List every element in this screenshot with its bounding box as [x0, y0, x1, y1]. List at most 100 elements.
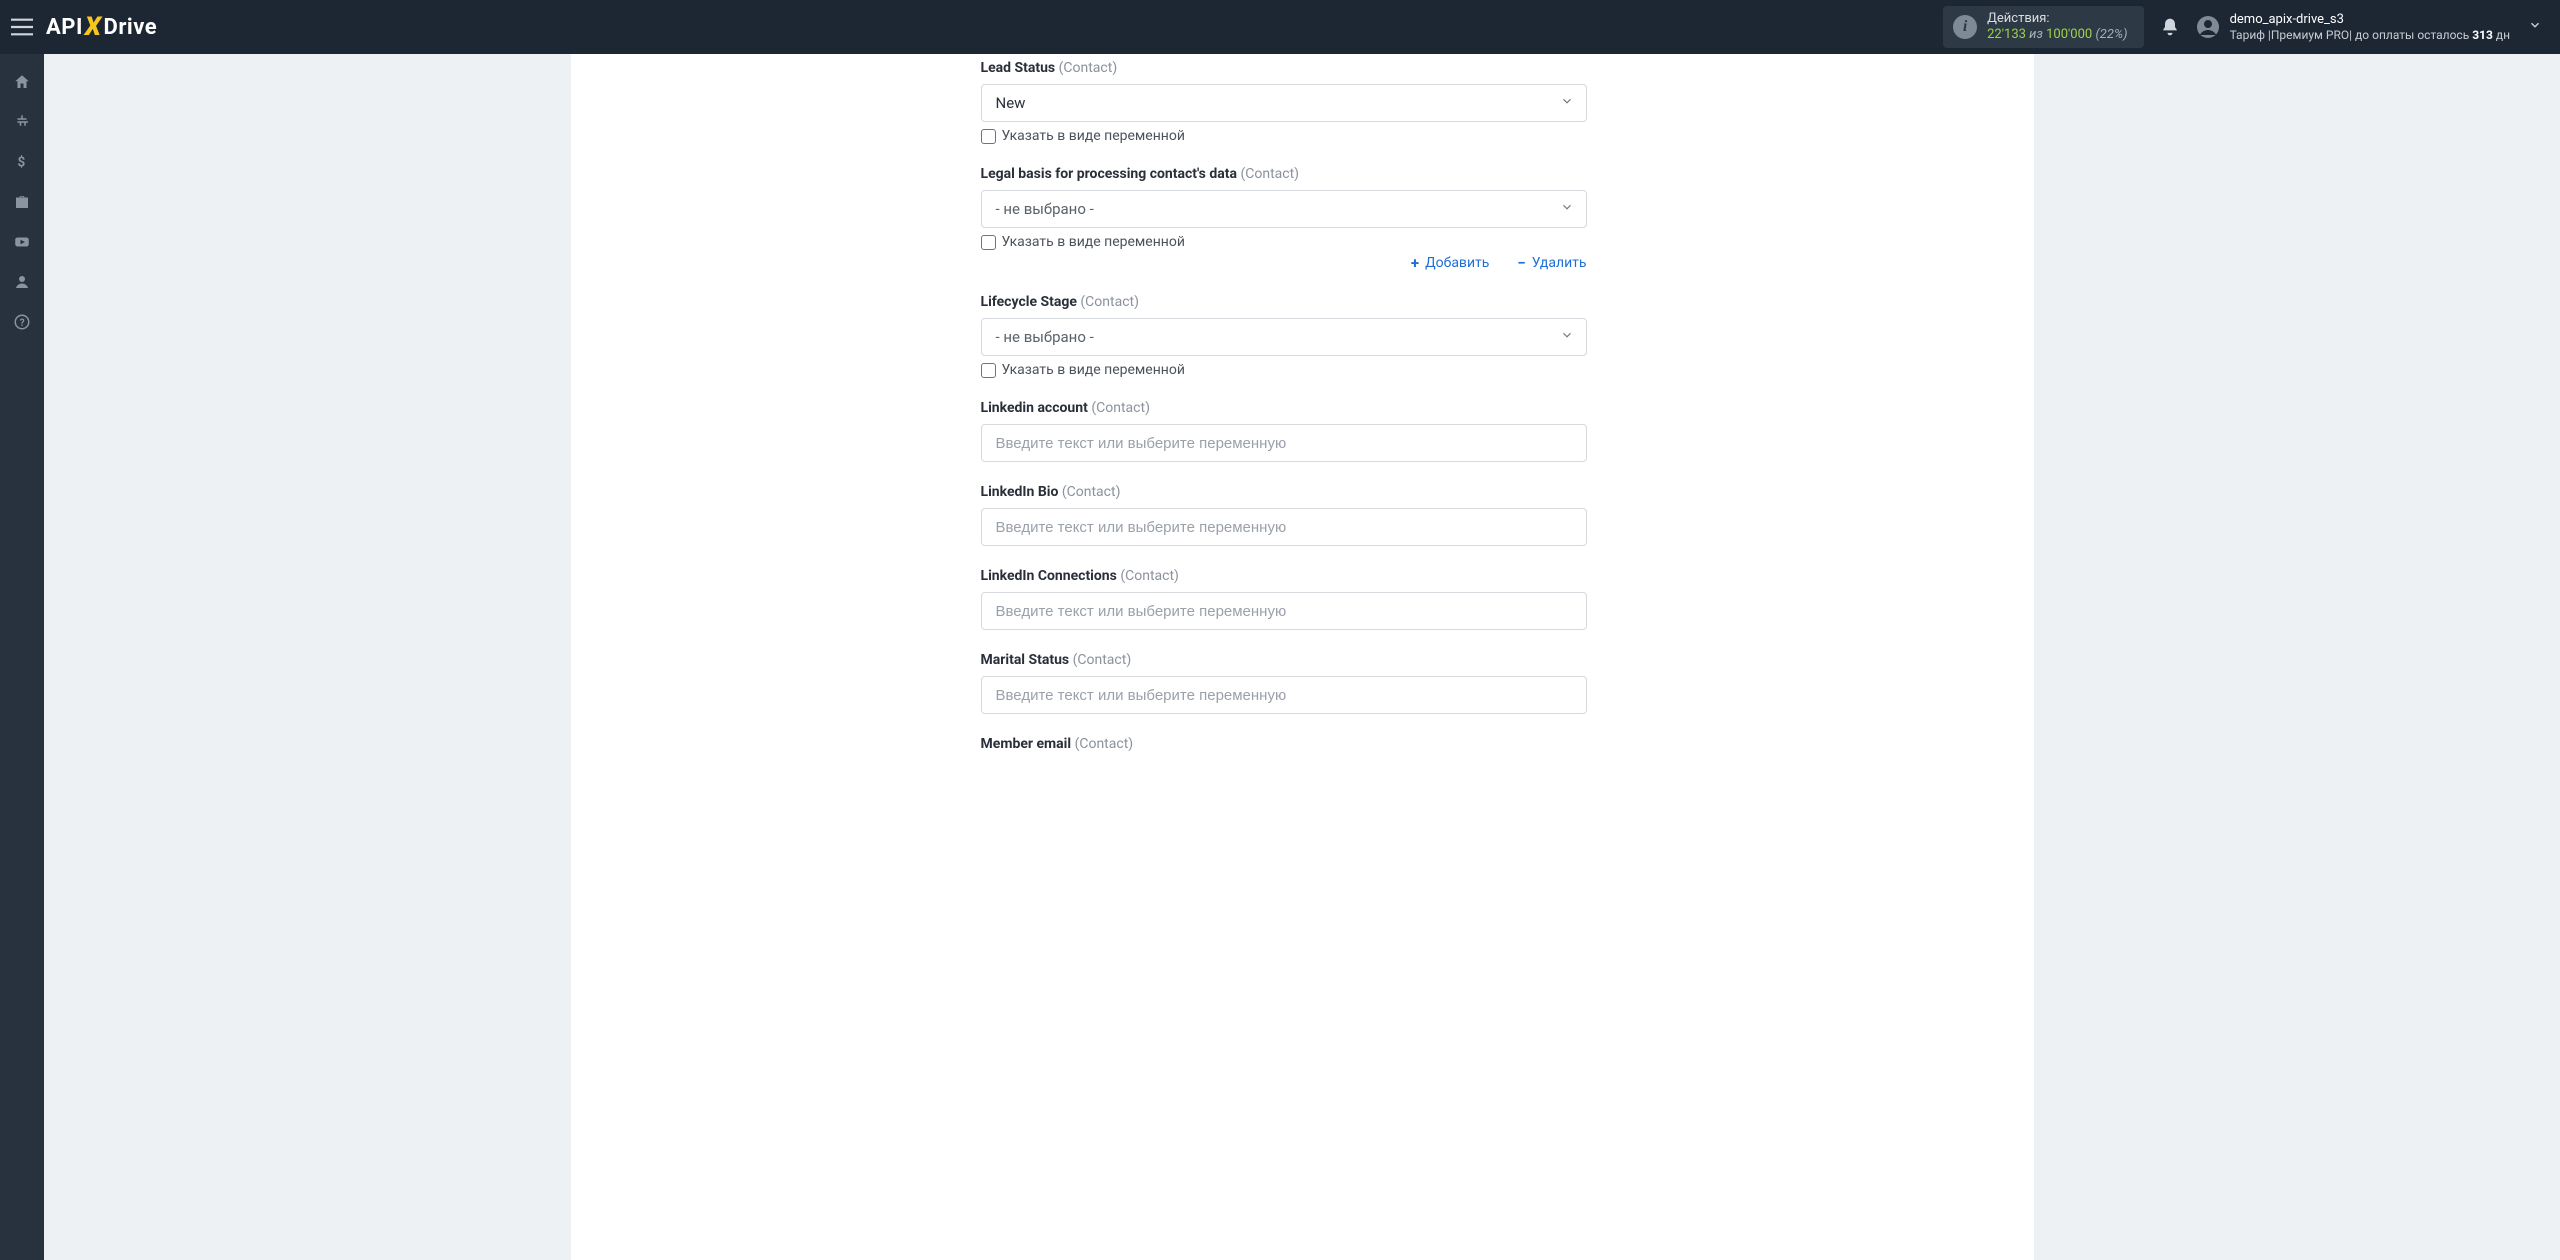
label-text: Lifecycle Stage [981, 294, 1077, 310]
question-icon: ? [13, 313, 31, 331]
sidebar-briefcase[interactable] [0, 182, 44, 222]
label-sub: (Contact) [1059, 60, 1118, 76]
minus-icon: − [1517, 254, 1525, 272]
label-sub: (Contact) [1091, 400, 1150, 416]
label-sub: (Contact) [1062, 484, 1121, 500]
marital-status-input[interactable] [981, 676, 1587, 714]
field-lead-status: Lead Status (Contact) New Указать в виде… [981, 60, 1587, 144]
legal-basis-select[interactable]: - не выбрано - [981, 190, 1587, 228]
checkbox-label: Указать в виде переменной [1002, 362, 1185, 378]
select-value: New [996, 94, 1026, 112]
actions-current: 22'133 [1987, 27, 2026, 42]
actions-label: Действия: [1987, 11, 2127, 27]
user-icon [13, 273, 31, 291]
actions-counter[interactable]: i Действия: 22'133 из 100'000 (22%) [1943, 6, 2143, 49]
label-sub: (Contact) [1240, 166, 1299, 182]
logo[interactable]: APIXDrive [46, 12, 157, 42]
linkedin-connections-input[interactable] [981, 592, 1587, 630]
field-linkedin-connections: LinkedIn Connections (Contact) [981, 568, 1587, 630]
logo-part-drive: Drive [104, 15, 158, 40]
logo-part-x: X [85, 12, 102, 42]
sidebar-home[interactable] [0, 62, 44, 102]
field-label: Marital Status (Contact) [981, 652, 1587, 668]
variable-checkbox-row: Указать в виде переменной [981, 234, 1587, 250]
user-text: demo_apix-drive_s3 Тариф |Премиум PRO| д… [2230, 12, 2510, 42]
briefcase-icon [13, 193, 31, 211]
sidebar-account[interactable] [0, 262, 44, 302]
sidebar-billing[interactable]: $ [0, 142, 44, 182]
info-icon: i [1953, 15, 1977, 39]
label-sub: (Contact) [1075, 736, 1134, 752]
field-label: LinkedIn Connections (Contact) [981, 568, 1587, 584]
sidebar-connections[interactable] [0, 102, 44, 142]
home-icon [13, 73, 31, 91]
label-text: Lead Status [981, 60, 1056, 76]
main: Lead Status (Contact) New Указать в виде… [44, 54, 2560, 1260]
variable-checkbox-row: Указать в виде переменной [981, 128, 1587, 144]
topbar: APIXDrive i Действия: 22'133 из 100'000 … [0, 0, 2560, 54]
label-sub: (Contact) [1080, 294, 1139, 310]
lead-status-select[interactable]: New [981, 84, 1587, 122]
field-label: Linkedin account (Contact) [981, 400, 1587, 416]
field-member-email: Member email (Contact) [981, 736, 1587, 752]
checkbox-label: Указать в виде переменной [1002, 128, 1185, 144]
tariff-line: Тариф |Премиум PRO| до оплаты осталось 3… [2230, 28, 2510, 42]
label-text: Linkedin account [981, 400, 1088, 416]
form-card: Lead Status (Contact) New Указать в виде… [571, 54, 2034, 1260]
sidebar-video[interactable] [0, 222, 44, 262]
tariff-days-suffix: дн [2493, 28, 2510, 42]
linkedin-account-input[interactable] [981, 424, 1587, 462]
logo-part-api: API [46, 15, 83, 40]
notifications-button[interactable] [2158, 15, 2182, 39]
variable-checkbox[interactable] [981, 129, 996, 144]
field-label: LinkedIn Bio (Contact) [981, 484, 1587, 500]
add-button[interactable]: + Добавить [1411, 254, 1489, 272]
delete-button[interactable]: − Удалить [1517, 254, 1586, 272]
field-linkedin-account: Linkedin account (Contact) [981, 400, 1587, 462]
label-sub: (Contact) [1120, 568, 1179, 584]
select-value: - не выбрано - [996, 200, 1094, 218]
lifecycle-select[interactable]: - не выбрано - [981, 318, 1587, 356]
tariff-mid: | до оплаты осталось [2349, 28, 2472, 42]
actions-total: 100'000 [2046, 27, 2092, 42]
field-label: Lifecycle Stage (Contact) [981, 294, 1587, 310]
label-text: LinkedIn Connections [981, 568, 1117, 584]
delete-label: Удалить [1532, 255, 1587, 271]
add-label: Добавить [1425, 255, 1489, 271]
tariff-name: Премиум PRO [2271, 28, 2349, 42]
chevron-down-icon [1560, 328, 1574, 346]
svg-text:?: ? [20, 318, 25, 329]
topbar-right: i Действия: 22'133 из 100'000 (22%) demo… [1943, 6, 2560, 49]
plus-icon: + [1411, 254, 1419, 272]
linkedin-bio-input[interactable] [981, 508, 1587, 546]
field-marital-status: Marital Status (Contact) [981, 652, 1587, 714]
chevron-down-icon [1560, 200, 1574, 218]
username: demo_apix-drive_s3 [2230, 12, 2510, 28]
menu-toggle[interactable] [0, 0, 44, 54]
sitemap-icon [13, 113, 31, 131]
variable-checkbox[interactable] [981, 235, 996, 250]
sidebar-help[interactable]: ? [0, 302, 44, 342]
youtube-icon [13, 233, 31, 251]
tariff-days: 313 [2472, 28, 2493, 42]
actions-text: Действия: 22'133 из 100'000 (22%) [1987, 11, 2127, 44]
checkbox-label: Указать в виде переменной [1002, 234, 1185, 250]
avatar-icon [2196, 15, 2220, 39]
label-text: LinkedIn Bio [981, 484, 1059, 500]
field-label: Member email (Contact) [981, 736, 1587, 752]
field-label: Legal basis for processing contact's dat… [981, 166, 1587, 182]
field-lifecycle-stage: Lifecycle Stage (Contact) - не выбрано -… [981, 294, 1587, 378]
add-delete-row: + Добавить − Удалить [981, 254, 1587, 272]
chevron-down-icon [2528, 17, 2542, 36]
user-menu[interactable]: demo_apix-drive_s3 Тариф |Премиум PRO| д… [2196, 12, 2542, 42]
field-label: Lead Status (Contact) [981, 60, 1587, 76]
field-legal-basis: Legal basis for processing contact's dat… [981, 166, 1587, 272]
tariff-prefix: Тариф | [2230, 28, 2271, 42]
variable-checkbox-row: Указать в виде переменной [981, 362, 1587, 378]
svg-text:$: $ [18, 155, 26, 171]
actions-of: из [2029, 27, 2043, 42]
variable-checkbox[interactable] [981, 363, 996, 378]
label-text: Member email [981, 736, 1072, 752]
select-value: - не выбрано - [996, 328, 1094, 346]
actions-percent: (22%) [2095, 27, 2127, 42]
